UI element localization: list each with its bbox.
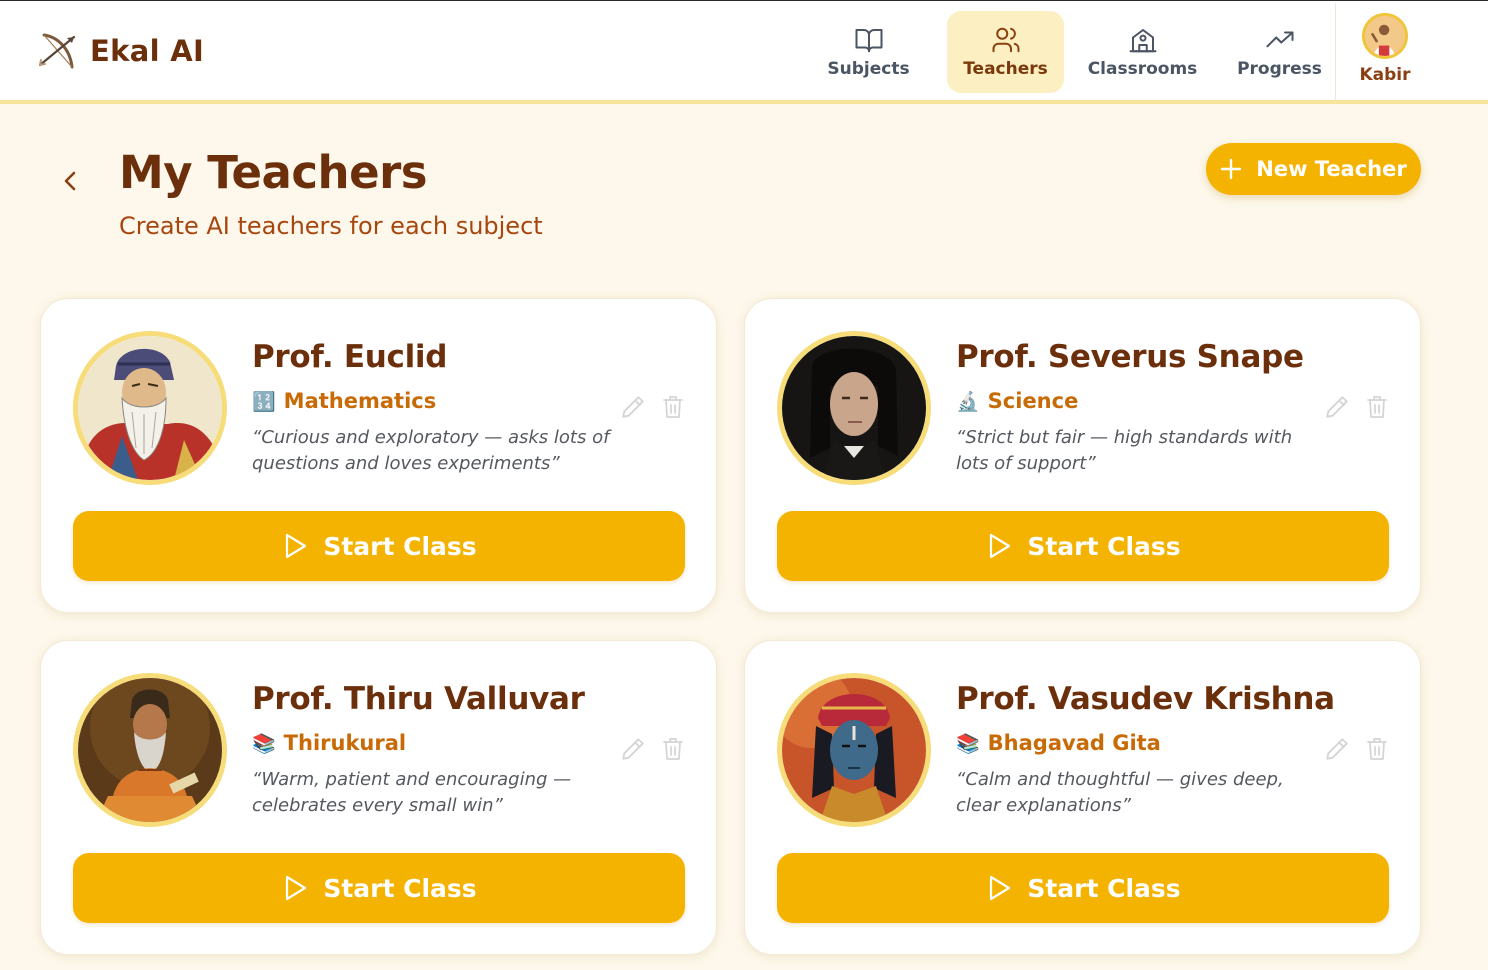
- teacher-name: Prof. Severus Snape: [956, 339, 1304, 375]
- teacher-subject: 📚 Thirukural: [252, 731, 406, 755]
- user-name: Kabir: [1359, 65, 1411, 85]
- nav-subjects[interactable]: Subjects: [810, 11, 927, 93]
- teacher-subject: 📚 Bhagavad Gita: [956, 731, 1161, 755]
- trash-icon[interactable]: [1365, 394, 1389, 420]
- trending-up-icon: [1266, 31, 1293, 48]
- start-class-button[interactable]: Start Class: [777, 853, 1389, 923]
- teacher-avatar: [777, 673, 931, 827]
- nav-teachers[interactable]: Teachers: [947, 11, 1064, 93]
- trash-icon[interactable]: [661, 736, 685, 762]
- start-class-label: Start Class: [323, 531, 477, 561]
- user-avatar: [1362, 13, 1408, 59]
- subject-emoji: 📚: [252, 732, 276, 755]
- subject-emoji: 🔢: [252, 390, 276, 413]
- trash-icon[interactable]: [661, 394, 685, 420]
- play-icon: [286, 533, 307, 559]
- page-title: My Teachers: [119, 146, 428, 199]
- subject-emoji: 🔬: [956, 390, 980, 413]
- subject-label: Bhagavad Gita: [987, 731, 1161, 755]
- teacher-name: Prof. Vasudev Krishna: [956, 681, 1335, 717]
- main-nav: Subjects Teachers Classrooms Progress: [810, 11, 1358, 93]
- teacher-personality: “Calm and thoughtful — gives deep, clear…: [956, 769, 1284, 816]
- edit-pencil-icon[interactable]: [620, 736, 646, 762]
- subject-label: Science: [987, 389, 1079, 413]
- play-icon: [990, 875, 1011, 901]
- start-class-label: Start Class: [1027, 873, 1181, 903]
- app-name: Ekal AI: [90, 34, 205, 68]
- start-class-label: Start Class: [323, 873, 477, 903]
- teacher-personality: “Strict but fair — high standards with l…: [956, 427, 1293, 474]
- book-open-icon: [855, 29, 882, 53]
- start-class-button[interactable]: Start Class: [73, 511, 685, 581]
- teacher-card: Prof. Thiru Valluvar 📚 Thirukural “Warm,…: [40, 640, 717, 955]
- subject-label: Thirukural: [283, 731, 407, 755]
- edit-pencil-icon[interactable]: [1324, 736, 1350, 762]
- teacher-avatar: [73, 673, 227, 827]
- play-icon: [286, 875, 307, 901]
- teacher-card: Prof. Vasudev Krishna 📚 Bhagavad Gita “C…: [744, 640, 1421, 955]
- trash-icon[interactable]: [1365, 736, 1389, 762]
- top-navigation-bar: Ekal AI Subjects Teachers Classrooms Pro…: [0, 0, 1488, 104]
- users-icon: [992, 27, 1020, 53]
- subject-emoji: 📚: [956, 732, 980, 755]
- brand[interactable]: Ekal AI: [36, 31, 204, 71]
- school-icon: [1129, 29, 1156, 53]
- nav-label: Subjects: [827, 59, 910, 79]
- start-class-button[interactable]: Start Class: [777, 511, 1389, 581]
- teacher-avatar: [73, 331, 227, 485]
- teacher-subject: 🔬 Science: [956, 389, 1078, 413]
- nav-divider: [1335, 3, 1336, 101]
- teacher-card: Prof. Severus Snape 🔬 Science “Strict bu…: [744, 298, 1421, 613]
- teacher-personality: “Warm, patient and encouraging — celebra…: [252, 769, 572, 816]
- user-menu[interactable]: Kabir: [1354, 13, 1416, 85]
- teacher-card: Prof. Euclid 🔢 Mathematics “Curious and …: [40, 298, 717, 613]
- new-teacher-label: New Teacher: [1256, 157, 1407, 181]
- play-icon: [990, 533, 1011, 559]
- teacher-avatar: [777, 331, 931, 485]
- teacher-name: Prof. Euclid: [252, 339, 448, 375]
- edit-pencil-icon[interactable]: [1324, 394, 1350, 420]
- nav-label: Teachers: [963, 59, 1048, 79]
- subject-label: Mathematics: [283, 389, 437, 413]
- plus-icon: [1221, 158, 1242, 180]
- nav-label: Progress: [1237, 59, 1322, 79]
- teacher-name: Prof. Thiru Valluvar: [252, 681, 585, 717]
- teacher-personality: “Curious and exploratory — asks lots of …: [252, 427, 610, 474]
- edit-pencil-icon[interactable]: [620, 394, 646, 420]
- back-arrow-icon[interactable]: [56, 164, 86, 198]
- nav-label: Classrooms: [1087, 59, 1198, 79]
- new-teacher-button[interactable]: New Teacher: [1206, 143, 1421, 195]
- nav-classrooms[interactable]: Classrooms: [1084, 11, 1201, 93]
- start-class-label: Start Class: [1027, 531, 1181, 561]
- page-subtitle: Create AI teachers for each subject: [119, 212, 543, 240]
- nav-progress[interactable]: Progress: [1221, 11, 1338, 93]
- bow-arrow-icon: [38, 33, 76, 69]
- start-class-button[interactable]: Start Class: [73, 853, 685, 923]
- teacher-subject: 🔢 Mathematics: [252, 389, 436, 413]
